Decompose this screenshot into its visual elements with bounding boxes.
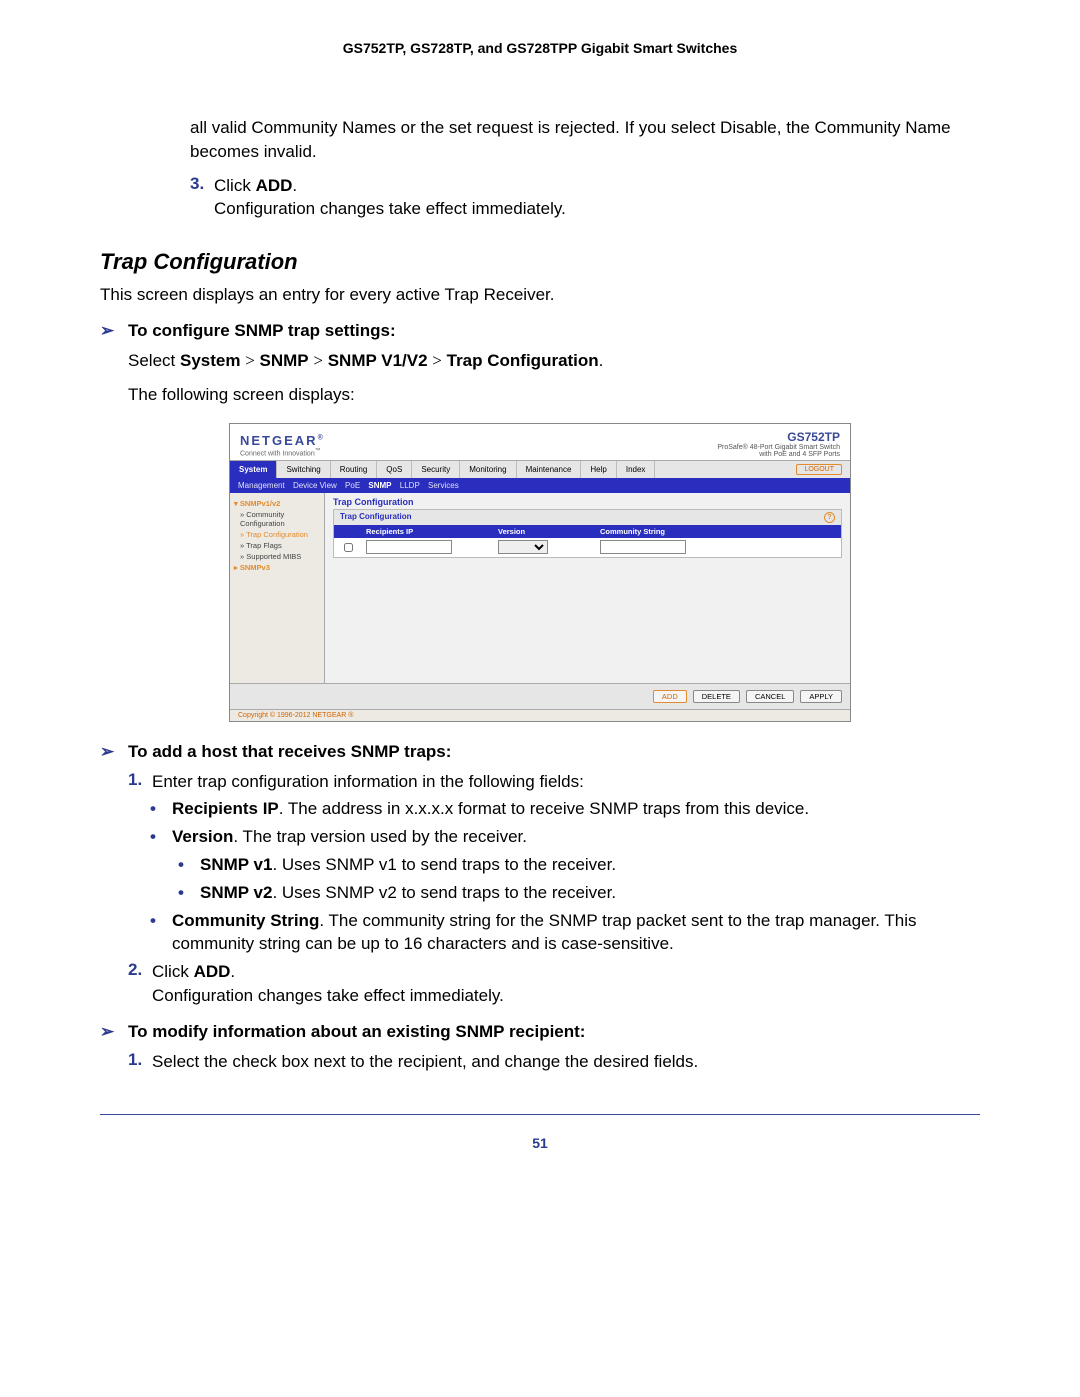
tab-help[interactable]: Help: [581, 461, 616, 478]
bullet-snmpv1: • SNMP v1. Uses SNMP v1 to send traps to…: [178, 853, 980, 877]
task-arrow-icon: ➢: [100, 1022, 128, 1042]
tab-routing[interactable]: Routing: [331, 461, 378, 478]
task-modify: ➢ To modify information about an existin…: [100, 1022, 980, 1042]
panel-title: Trap Configuration: [333, 497, 842, 507]
bullet-community-string: • Community String. The community string…: [150, 909, 980, 957]
sidebar-group-snmpv1v2[interactable]: ▾ SNMPv1/v2: [234, 499, 320, 508]
sidebar: ▾ SNMPv1/v2 » Community Configuration » …: [230, 493, 325, 683]
delete-button[interactable]: DELETE: [693, 690, 740, 703]
bullet-icon: •: [150, 797, 172, 821]
subtab-poe[interactable]: PoE: [345, 481, 360, 490]
task-add-host: ➢ To add a host that receives SNMP traps…: [100, 742, 980, 762]
netgear-logo: NETGEAR®: [240, 433, 325, 448]
tab-qos[interactable]: QoS: [377, 461, 412, 478]
step-number: 1.: [128, 1050, 152, 1074]
recipients-ip-input[interactable]: [366, 540, 452, 554]
bullet-recipients-ip: • Recipients IP. The address in x.x.x.x …: [150, 797, 980, 821]
bullet-icon: •: [178, 881, 200, 905]
add-step-2: 2. Click ADD. Configuration changes take…: [128, 960, 980, 1008]
sidebar-item-trap-flags[interactable]: » Trap Flags: [240, 541, 320, 550]
step-number: 2.: [128, 960, 152, 1008]
task-arrow-icon: ➢: [100, 321, 128, 341]
page-header: GS752TP, GS728TP, and GS728TPP Gigabit S…: [100, 40, 980, 56]
main-tabbar: System Switching Routing QoS Security Mo…: [230, 460, 850, 478]
subtab-management[interactable]: Management: [238, 481, 285, 490]
subtab-snmp[interactable]: SNMP: [368, 481, 391, 490]
task-arrow-icon: ➢: [100, 742, 128, 762]
subtab-lldp[interactable]: LLDP: [400, 481, 420, 490]
section-title: Trap Configuration: [100, 249, 980, 275]
row-checkbox[interactable]: [344, 543, 353, 552]
step-number: 3.: [190, 174, 214, 222]
subtab-device-view[interactable]: Device View: [293, 481, 337, 490]
tab-index[interactable]: Index: [617, 461, 656, 478]
step-number: 1.: [128, 770, 152, 794]
apply-button[interactable]: APPLY: [800, 690, 842, 703]
community-string-input[interactable]: [600, 540, 686, 554]
sidebar-item-trap-config[interactable]: » Trap Configuration: [240, 530, 320, 539]
netgear-tagline: Connect with Innovation™: [240, 448, 325, 457]
device-model: GS752TP ProSafe® 48-Port Gigabit Smart S…: [717, 430, 840, 458]
col-recipients-ip: Recipients IP: [360, 525, 492, 538]
trap-config-panel: Trap Configuration ? Recipients IP Versi…: [333, 509, 842, 558]
col-community-string: Community String: [594, 525, 841, 538]
sidebar-item-community[interactable]: » Community Configuration: [240, 510, 320, 528]
sidebar-item-supported-mibs[interactable]: » Supported MIBS: [240, 552, 320, 561]
screen-displays-text: The following screen displays:: [128, 383, 980, 407]
sub-tabbar: Management Device View PoE SNMP LLDP Ser…: [230, 478, 850, 493]
subtab-services[interactable]: Services: [428, 481, 459, 490]
modify-step-1: 1. Select the check box next to the reci…: [128, 1050, 980, 1074]
step-text: Click ADD. Configuration changes take ef…: [152, 960, 504, 1008]
tab-system[interactable]: System: [230, 461, 277, 478]
tab-monitoring[interactable]: Monitoring: [460, 461, 516, 478]
tab-security[interactable]: Security: [412, 461, 460, 478]
bullet-icon: •: [150, 909, 172, 957]
bullet-version: • Version. The trap version used by the …: [150, 825, 980, 849]
step-3: 3. Click ADD. Configuration changes take…: [190, 174, 980, 222]
table-header: Recipients IP Version Community String: [334, 525, 841, 538]
add-button[interactable]: ADD: [653, 690, 687, 703]
section-desc: This screen displays an entry for every …: [100, 283, 980, 307]
step-text: Click ADD. Configuration changes take ef…: [214, 174, 566, 222]
action-bar: ADD DELETE CANCEL APPLY: [230, 683, 850, 709]
table-row: [334, 538, 841, 557]
col-version: Version: [492, 525, 594, 538]
tab-maintenance[interactable]: Maintenance: [517, 461, 582, 478]
task-configure: ➢ To configure SNMP trap settings:: [100, 321, 980, 341]
nav-path: Select System > SNMP > SNMP V1/V2 > Trap…: [128, 349, 980, 373]
cancel-button[interactable]: CANCEL: [746, 690, 794, 703]
add-step-1: 1. Enter trap configuration information …: [128, 770, 980, 794]
intro-paragraph: all valid Community Names or the set req…: [190, 116, 980, 164]
logout-button[interactable]: LOGOUT: [796, 464, 842, 475]
sidebar-group-snmpv3[interactable]: ▸ SNMPv3: [234, 563, 320, 572]
bullet-icon: •: [150, 825, 172, 849]
version-select[interactable]: [498, 540, 548, 554]
bullet-icon: •: [178, 853, 200, 877]
help-icon[interactable]: ?: [824, 512, 835, 523]
netgear-screenshot: NETGEAR® Connect with Innovation™ GS752T…: [229, 423, 851, 722]
page-number: 51: [100, 1114, 980, 1151]
tab-switching[interactable]: Switching: [277, 461, 330, 478]
copyright: Copyright © 1996-2012 NETGEAR ®: [230, 709, 850, 721]
bullet-snmpv2: • SNMP v2. Uses SNMP v2 to send traps to…: [178, 881, 980, 905]
